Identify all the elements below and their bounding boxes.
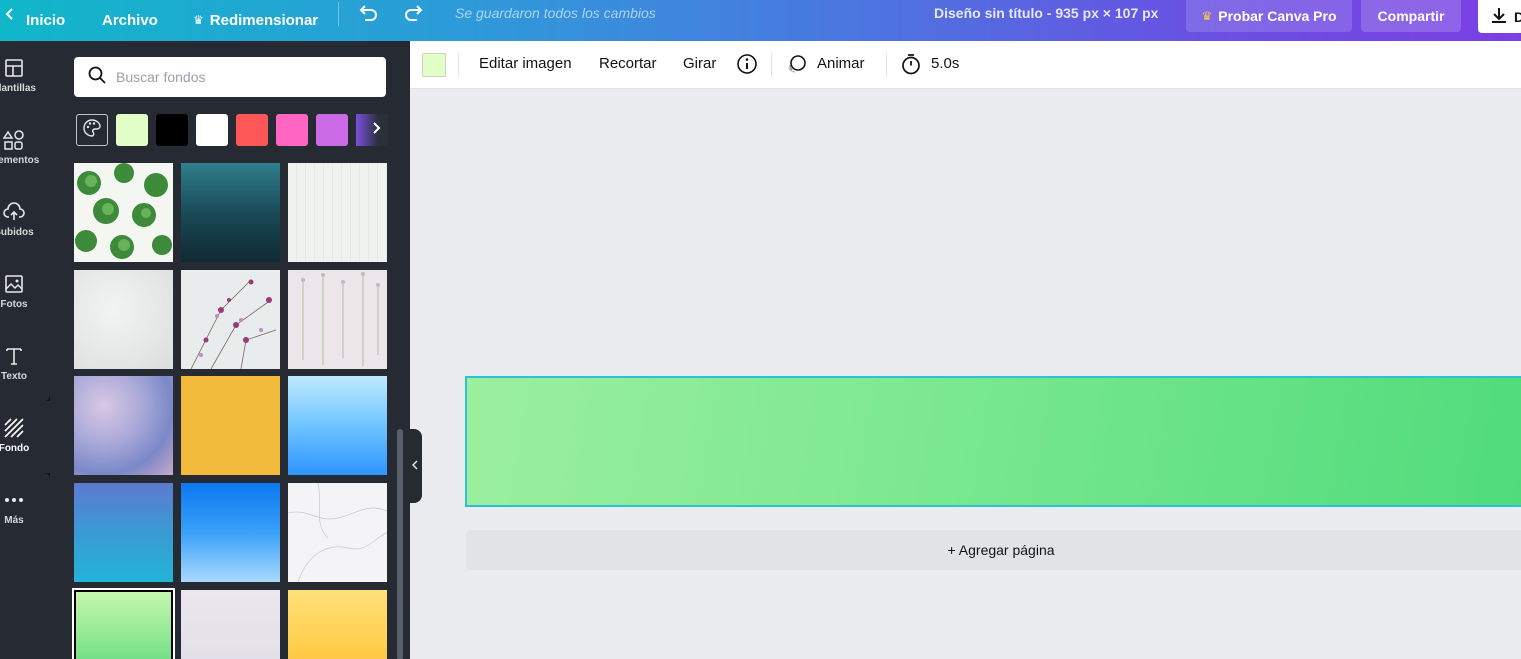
background-thumbnail-ocean[interactable] (74, 483, 173, 582)
flip-button[interactable]: Girar (683, 55, 716, 72)
color-swatch[interactable] (276, 114, 308, 146)
rail-item-label: Fotos (0, 299, 28, 310)
add-page-label: + Agregar página (947, 542, 1055, 558)
rail-item-label: Texto (1, 371, 27, 382)
rail-item-elements[interactable]: Elementos (0, 113, 50, 185)
background-thumbnail-paper-texture[interactable] (288, 163, 387, 262)
top-bar: Inicio Archivo ♛ Redimensionar Se guarda… (0, 0, 1521, 41)
rail-item-uploads[interactable]: Subidos (0, 185, 50, 257)
add-page-button[interactable]: + Agregar página (466, 530, 1521, 570)
background-thumbnail-yellow-gradient[interactable] (288, 590, 387, 659)
background-stripes-icon (3, 417, 25, 439)
file-menu-button[interactable]: Archivo (102, 0, 158, 41)
resize-label: Redimensionar (209, 12, 319, 29)
resize-button[interactable]: ♛ Redimensionar (193, 0, 318, 41)
toolbar-divider (886, 53, 887, 77)
toolbar-divider (771, 53, 772, 77)
topbar-divider (338, 2, 339, 26)
edit-image-button[interactable]: Editar imagen (479, 55, 572, 72)
background-thumbnail-teal-gradient[interactable] (181, 163, 280, 262)
rail-item-label: Fondo (0, 443, 30, 454)
palette-button[interactable] (76, 114, 108, 146)
color-swatch[interactable] (236, 114, 268, 146)
download-button[interactable]: D (1478, 0, 1521, 33)
text-icon (3, 345, 25, 367)
share-button[interactable]: Compartir (1361, 0, 1461, 32)
duration-button[interactable]: 5.0s (931, 55, 959, 72)
rail-item-background[interactable]: Fondo (0, 401, 50, 473)
background-thumbnail-green-gradient-selected[interactable] (72, 588, 175, 659)
animate-button[interactable]: Animar (817, 55, 865, 72)
search-box[interactable] (74, 57, 386, 97)
swatches-next-button[interactable] (356, 114, 388, 146)
shapes-icon (2, 129, 25, 151)
template-icon (3, 57, 25, 79)
color-swatch[interactable] (196, 114, 228, 146)
home-button[interactable]: Inicio (26, 0, 65, 41)
background-thumbnail-pressed-flowers[interactable] (288, 270, 387, 369)
context-toolbar: Editar imagen Recortar Girar Animar 5.0s (410, 41, 1521, 89)
background-thumbnail-marble[interactable] (288, 483, 387, 582)
collapse-panel-button[interactable] (408, 429, 422, 503)
download-label: D (1514, 8, 1521, 25)
background-thumbnail-yellow[interactable] (181, 376, 280, 475)
background-color-swatch[interactable] (422, 53, 446, 77)
rail-item-templates[interactable]: Plantillas (0, 41, 50, 113)
undo-icon[interactable] (357, 2, 379, 24)
home-label: Inicio (26, 12, 66, 29)
chevron-left-icon (411, 457, 418, 475)
background-thumbnail-blue-gradient[interactable] (181, 483, 280, 582)
rail-item-label: Subidos (0, 227, 34, 238)
color-swatch[interactable] (156, 114, 188, 146)
crop-button[interactable]: Recortar (599, 55, 657, 72)
search-icon (88, 66, 106, 89)
design-page-canvas[interactable] (465, 376, 1521, 507)
info-icon[interactable] (736, 53, 758, 80)
search-input[interactable] (116, 69, 376, 85)
palette-icon (82, 118, 102, 143)
try-pro-label: Probar Canva Pro (1218, 8, 1337, 24)
try-pro-button[interactable]: ♛ Probar Canva Pro (1186, 0, 1352, 32)
background-grid (72, 163, 390, 659)
download-icon (1490, 6, 1508, 28)
rail-item-label: Plantillas (0, 83, 36, 94)
share-label: Compartir (1377, 8, 1445, 24)
background-thumbnail-white-texture[interactable] (74, 270, 173, 369)
document-title[interactable]: Diseño sin título - 935 px × 107 px (934, 5, 1158, 21)
toolbar-divider (458, 53, 459, 77)
upload-cloud-icon (3, 201, 25, 223)
backgrounds-panel (50, 41, 410, 659)
more-dots-icon (3, 489, 25, 511)
rail-item-more[interactable]: Más (0, 473, 50, 545)
rail-item-text[interactable]: Texto (0, 329, 50, 401)
color-swatch[interactable] (316, 114, 348, 146)
panel-scrollbar[interactable] (397, 429, 403, 659)
background-thumbnail-leaves[interactable] (74, 163, 173, 262)
timer-icon (900, 53, 922, 80)
crown-icon: ♛ (1201, 9, 1213, 23)
rail-item-photos[interactable]: Fotos (0, 257, 50, 329)
file-label: Archivo (102, 12, 158, 29)
save-status: Se guardaron todos los cambios (455, 5, 656, 21)
background-thumbnail-clouds[interactable] (74, 376, 173, 475)
redo-icon[interactable] (403, 2, 425, 24)
chevron-right-icon (372, 121, 382, 140)
rail-item-label: Elementos (0, 155, 40, 166)
rail-item-label: Más (4, 515, 24, 526)
chevron-left-icon[interactable] (4, 0, 16, 27)
background-thumbnail-misty[interactable] (181, 590, 280, 659)
animate-icon (786, 53, 808, 80)
crown-icon: ♛ (193, 13, 204, 27)
image-icon (3, 273, 25, 295)
background-thumbnail-sky-blue[interactable] (288, 376, 387, 475)
background-thumbnail-flowers[interactable] (181, 270, 280, 369)
color-swatch[interactable] (116, 114, 148, 146)
color-swatches (76, 114, 388, 146)
